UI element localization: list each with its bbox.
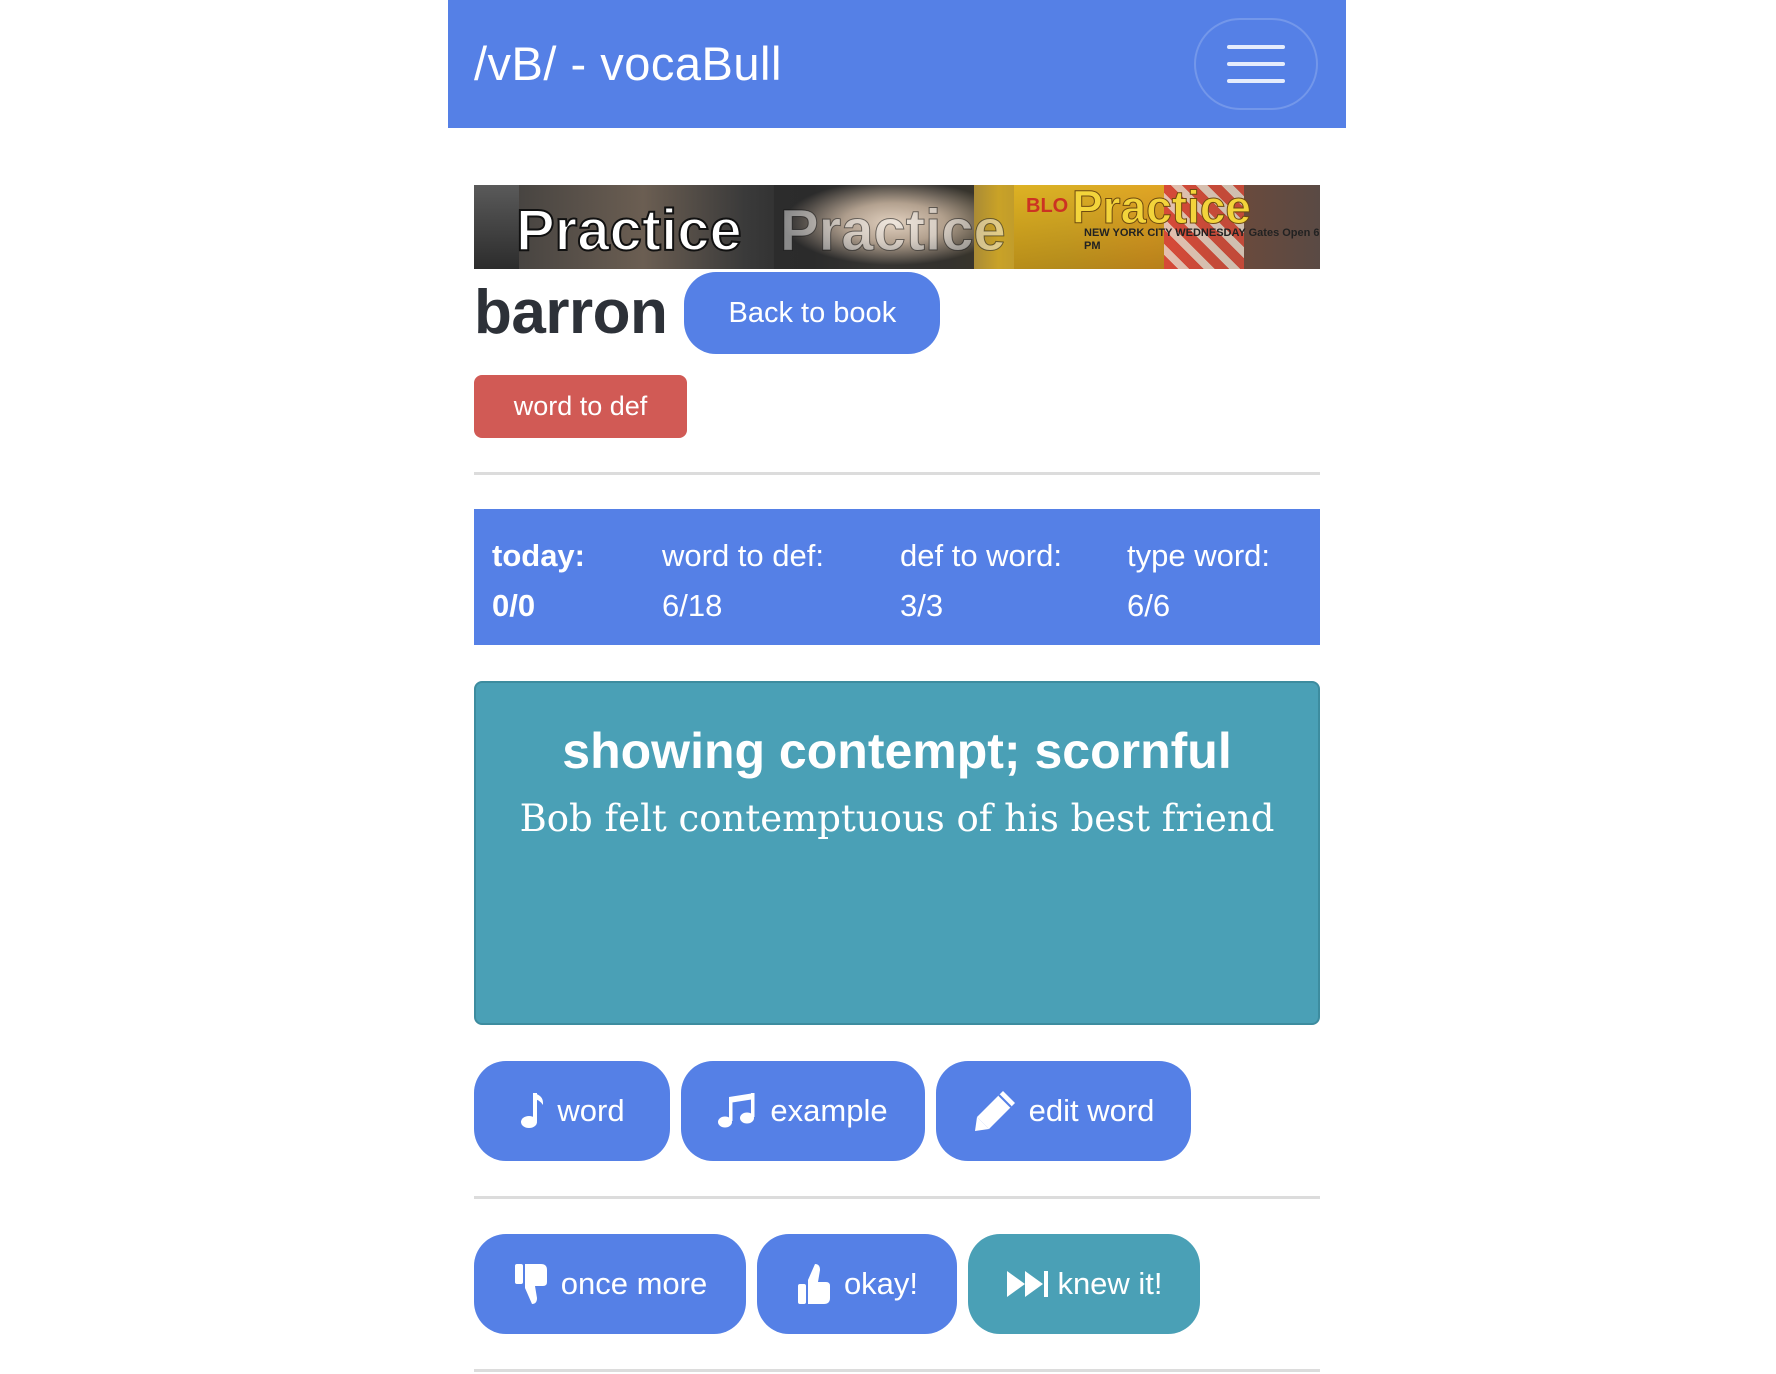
edit-word-label: edit word bbox=[1028, 1093, 1155, 1128]
audio-actions-row: word example edit word bbox=[474, 1061, 1320, 1161]
play-word-label: word bbox=[557, 1093, 625, 1128]
banner-ticket-text: NEW YORK CITY WEDNESDAY Gates Open 6 PM bbox=[1084, 227, 1320, 252]
play-example-label: example bbox=[770, 1093, 888, 1128]
once-more-button[interactable]: once more bbox=[474, 1234, 746, 1334]
navbar-brand[interactable]: /vB/ - vocaBull bbox=[474, 34, 782, 94]
stat-value: 0/0 bbox=[492, 588, 536, 623]
stat-word-to-def: word to def: 6/18 bbox=[662, 531, 824, 631]
play-word-button[interactable]: word bbox=[474, 1061, 670, 1161]
definition-text: showing contempt; scornful bbox=[562, 723, 1232, 779]
stat-today: today: 0/0 bbox=[492, 531, 585, 631]
banner-word: Practice bbox=[515, 197, 743, 264]
app-container: /vB/ - vocaBull Practice Practice BLO Pr… bbox=[448, 0, 1346, 1374]
navbar: /vB/ - vocaBull bbox=[448, 0, 1346, 128]
divider bbox=[474, 1196, 1320, 1199]
thumbs-down-icon bbox=[514, 1264, 547, 1304]
grading-actions-row: once more okay! knew it! bbox=[474, 1234, 1320, 1334]
stat-label: today: bbox=[492, 538, 585, 573]
hamburger-line bbox=[1227, 45, 1285, 49]
hamburger-line bbox=[1227, 62, 1285, 66]
back-to-book-button[interactable]: Back to book bbox=[684, 272, 941, 354]
pencil-icon bbox=[974, 1091, 1015, 1131]
stat-label: word to def: bbox=[662, 538, 824, 573]
word-header: barron Back to book bbox=[474, 271, 1320, 355]
music-note-icon bbox=[521, 1093, 544, 1128]
banner-small-text: BLO bbox=[1026, 195, 1069, 217]
once-more-label: once more bbox=[560, 1266, 708, 1301]
stat-label: type word: bbox=[1127, 538, 1271, 573]
music-notes-icon bbox=[718, 1093, 755, 1128]
stat-value: 3/3 bbox=[900, 588, 944, 623]
hamburger-line bbox=[1227, 79, 1285, 83]
practice-mode-badge[interactable]: word to def bbox=[474, 375, 687, 438]
stat-label: def to word: bbox=[900, 538, 1062, 573]
fast-forward-icon bbox=[1007, 1271, 1049, 1297]
banner-segment bbox=[474, 185, 519, 269]
banner-word: Practice bbox=[780, 198, 1007, 264]
flashcard[interactable]: showing contempt; scornful Bob felt cont… bbox=[474, 681, 1320, 1025]
practice-banner-image: Practice Practice BLO Practice NEW YORK … bbox=[474, 185, 1320, 269]
edit-word-button[interactable]: edit word bbox=[936, 1061, 1191, 1161]
example-sentence: Bob felt contemptuous of his best friend bbox=[519, 797, 1275, 840]
stat-value: 6/6 bbox=[1127, 588, 1171, 623]
knew-it-label: knew it! bbox=[1057, 1266, 1163, 1301]
divider bbox=[474, 472, 1320, 475]
stat-type-word: type word: 6/6 bbox=[1127, 531, 1270, 631]
divider bbox=[474, 1369, 1320, 1372]
thumbs-up-icon bbox=[797, 1264, 830, 1304]
word-title: barron bbox=[474, 278, 668, 347]
stats-bar: today: 0/0 word to def: 6/18 def to word… bbox=[474, 509, 1320, 645]
okay-label: okay! bbox=[843, 1266, 919, 1301]
okay-button[interactable]: okay! bbox=[757, 1234, 957, 1334]
stat-def-to-word: def to word: 3/3 bbox=[900, 531, 1062, 631]
stat-value: 6/18 bbox=[662, 588, 723, 623]
play-example-button[interactable]: example bbox=[681, 1061, 925, 1161]
main-content: Practice Practice BLO Practice NEW YORK … bbox=[474, 185, 1320, 1372]
hamburger-menu-icon[interactable] bbox=[1194, 18, 1318, 110]
knew-it-button[interactable]: knew it! bbox=[968, 1234, 1200, 1334]
